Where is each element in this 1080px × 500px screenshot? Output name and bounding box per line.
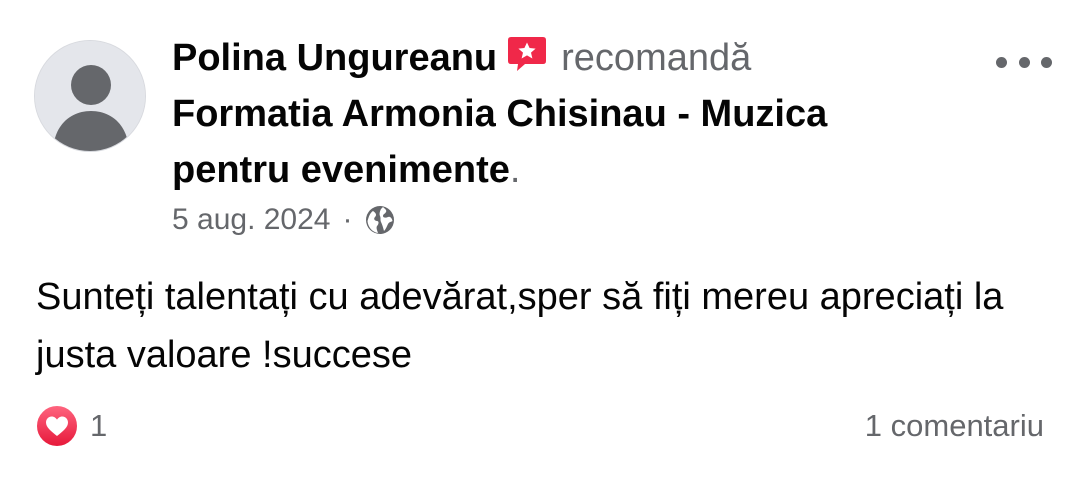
post-date[interactable]: 5 aug. 2024 [172,203,330,237]
page-name-period: . [509,149,521,191]
more-options-icon [1018,56,1030,68]
default-avatar-icon [35,41,145,151]
post-header: Polina Ungureanu recomandă Formatia Armo… [172,30,932,198]
post-text: Sunteți talentați cu adevărat,sper să fi… [36,276,1004,376]
avatar[interactable] [34,40,146,152]
reactions-summary[interactable]: 1 [34,402,107,450]
recommended-page-name[interactable]: Formatia Armonia Chisinau - Muzica pentr… [172,93,827,191]
recommendation-post: Polina Ungureanu recomandă Formatia Armo… [0,0,1080,500]
post-meta: 5 aug. 2024 · [172,200,396,240]
meta-separator: · [342,203,353,236]
more-options-button[interactable] [996,48,1052,76]
recommendation-star-icon [508,37,547,71]
love-reaction-icon [35,404,79,448]
comments-count-link[interactable]: 1 comentariu [865,404,1044,448]
more-options-icon [1041,56,1052,68]
globe-icon [366,206,395,234]
more-options-icon [996,56,1007,68]
recommends-label: recomandă [561,37,752,79]
author-name[interactable]: Polina Ungureanu [172,37,497,79]
reaction-count: 1 [90,408,108,443]
